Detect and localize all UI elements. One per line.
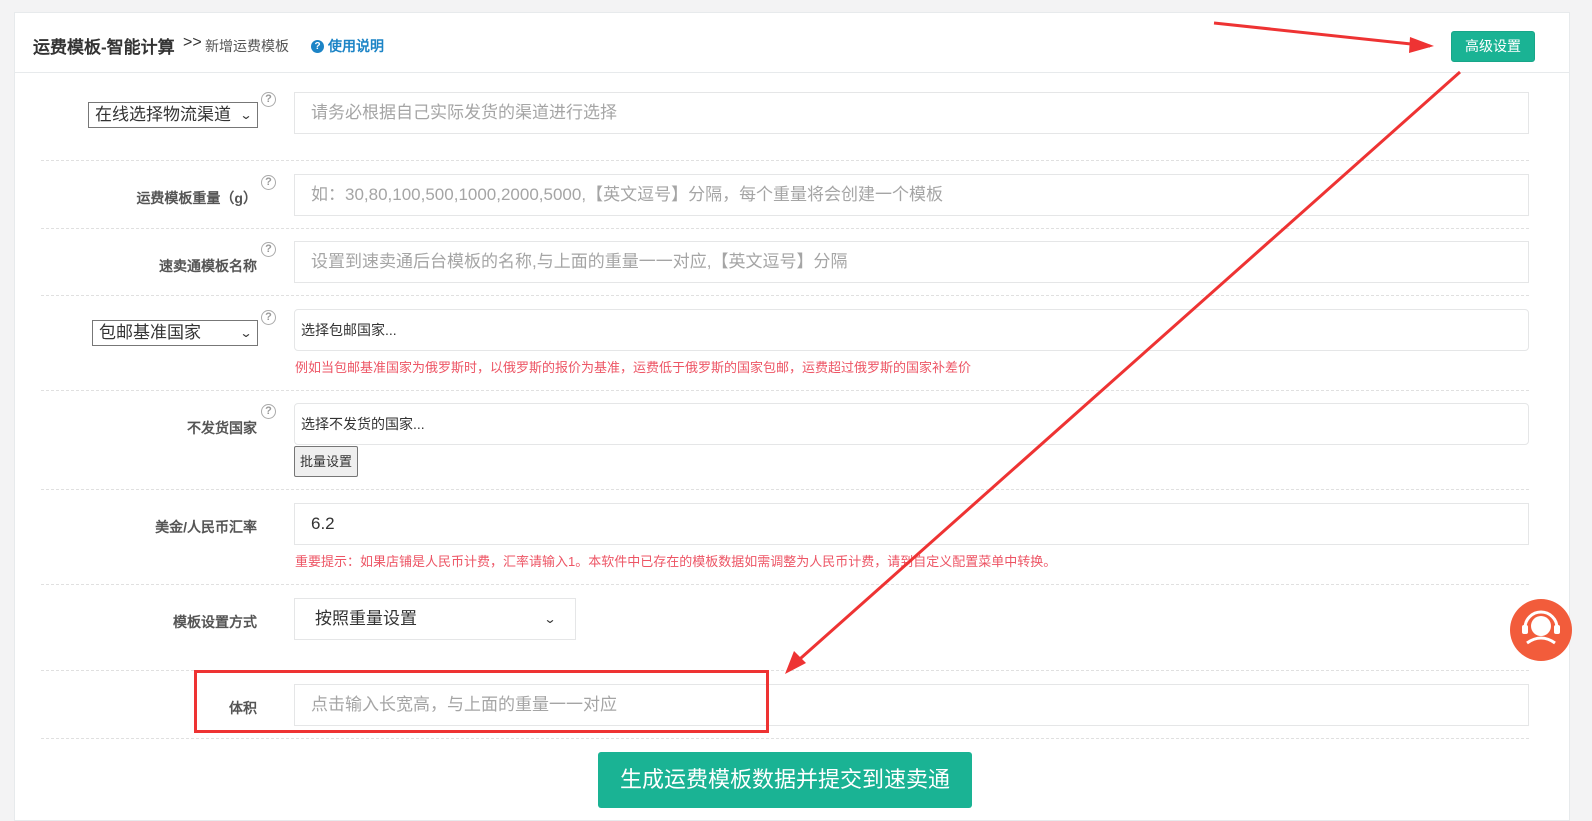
exchange-rate-label: 美金/人民币汇率 (155, 519, 257, 535)
no-ship-countries-label: 不发货国家 (187, 420, 257, 436)
advanced-settings-button[interactable]: 高级设置 (1451, 31, 1535, 62)
divider (41, 295, 1529, 296)
usage-help-link[interactable]: ? 使用说明 (311, 36, 384, 56)
logistics-channel-input[interactable] (294, 92, 1529, 134)
exchange-rate-input[interactable] (294, 503, 1529, 545)
divider (41, 228, 1529, 229)
breadcrumb-separator: >> (183, 34, 202, 51)
help-tip-icon[interactable]: ? (261, 310, 276, 325)
template-weight-input[interactable] (294, 174, 1529, 216)
divider (41, 160, 1529, 161)
template-weight-label: 运费模板重量（g） (136, 190, 257, 206)
logistics-channel-select-label: 在线选择物流渠道 (95, 105, 231, 124)
template-mode-select[interactable]: 按照重量设置 ⌄ (294, 598, 576, 640)
template-name-label: 速卖通模板名称 (159, 258, 257, 274)
breadcrumb-current: 新增运费模板 (205, 38, 289, 54)
exchange-rate-hint: 重要提示：如果店铺是人民币计费，汇率请输入1。本软件中已存在的模板数据如需调整为… (295, 554, 1057, 569)
base-country-select-label: 包邮基准国家 (99, 323, 201, 342)
divider (41, 584, 1529, 585)
logistics-channel-select[interactable]: 在线选择物流渠道 ⌄ (88, 102, 258, 128)
customer-service-button[interactable] (1510, 599, 1572, 661)
submit-button[interactable]: 生成运费模板数据并提交到速卖通 (598, 752, 972, 808)
customer-service-icon (1522, 610, 1560, 645)
chevron-down-icon: ⌄ (239, 108, 253, 122)
question-circle-icon: ? (311, 39, 324, 53)
page-title: 运费模板-智能计算 (33, 38, 175, 57)
template-mode-selected: 按照重量设置 (315, 609, 417, 628)
help-tip-icon[interactable]: ? (261, 404, 276, 419)
annotation-highlight-box (194, 670, 769, 733)
template-name-input[interactable] (294, 241, 1529, 283)
batch-settings-button[interactable]: 批量设置 (294, 446, 358, 477)
help-tip-icon[interactable]: ? (261, 92, 276, 107)
base-country-picker[interactable]: 选择包邮国家... (294, 309, 1529, 351)
help-tip-icon[interactable]: ? (261, 175, 276, 190)
divider (41, 489, 1529, 490)
help-tip-icon[interactable]: ? (261, 242, 276, 257)
divider (41, 390, 1529, 391)
usage-help-label: 使用说明 (328, 38, 384, 54)
chevron-down-icon: ⌄ (543, 612, 557, 626)
template-mode-label: 模板设置方式 (173, 614, 257, 630)
base-country-select[interactable]: 包邮基准国家 ⌄ (92, 320, 258, 346)
chevron-down-icon: ⌄ (239, 326, 253, 340)
panel-header: 运费模板-智能计算 >> 新增运费模板 ? 使用说明 高级设置 (15, 13, 1569, 73)
divider (41, 738, 1529, 739)
base-country-hint: 例如当包邮基准国家为俄罗斯时，以俄罗斯的报价为基准，运费低于俄罗斯的国家包邮，运… (295, 360, 972, 375)
no-ship-countries-picker[interactable]: 选择不发货的国家... (294, 403, 1529, 445)
